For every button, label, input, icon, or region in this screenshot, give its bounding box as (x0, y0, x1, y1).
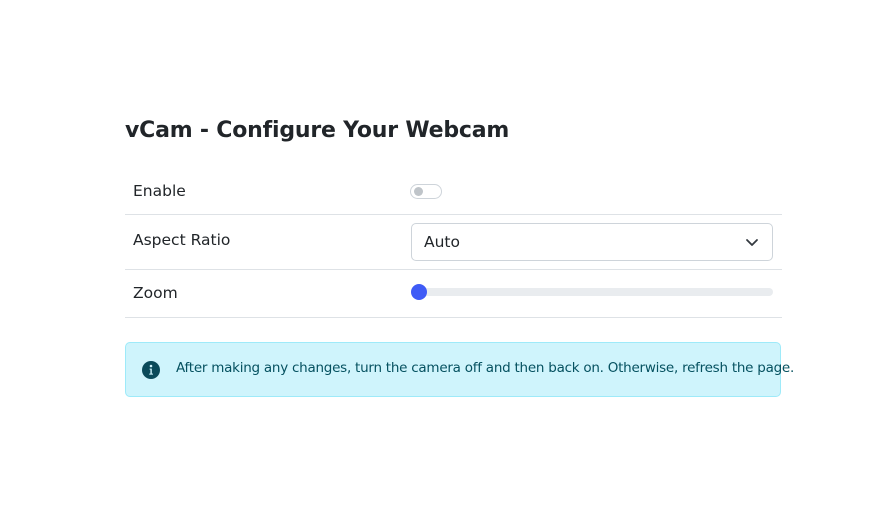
alert-message: After making any changes, turn the camer… (176, 360, 795, 376)
zoom-slider-track[interactable] (411, 288, 773, 296)
setting-row-aspect-ratio: Aspect Ratio Auto (125, 215, 782, 270)
aspect-ratio-selected-value: Auto (424, 233, 460, 251)
zoom-slider[interactable] (411, 284, 773, 300)
page-title: vCam - Configure Your Webcam (125, 118, 510, 143)
info-alert: After making any changes, turn the camer… (125, 342, 794, 397)
toggle-knob (414, 187, 423, 196)
setting-row-enable: Enable (125, 168, 782, 215)
aspect-ratio-select[interactable]: Auto (411, 223, 773, 261)
info-icon (142, 361, 160, 379)
settings-table: Enable Aspect Ratio Auto Zoom (125, 168, 782, 318)
enable-toggle[interactable] (410, 184, 442, 199)
aspect-ratio-label: Aspect Ratio (133, 231, 231, 249)
enable-label: Enable (133, 182, 186, 200)
chevron-down-icon (746, 239, 758, 246)
zoom-label: Zoom (133, 284, 178, 302)
zoom-slider-thumb[interactable] (411, 284, 427, 300)
setting-row-zoom: Zoom (125, 270, 782, 318)
